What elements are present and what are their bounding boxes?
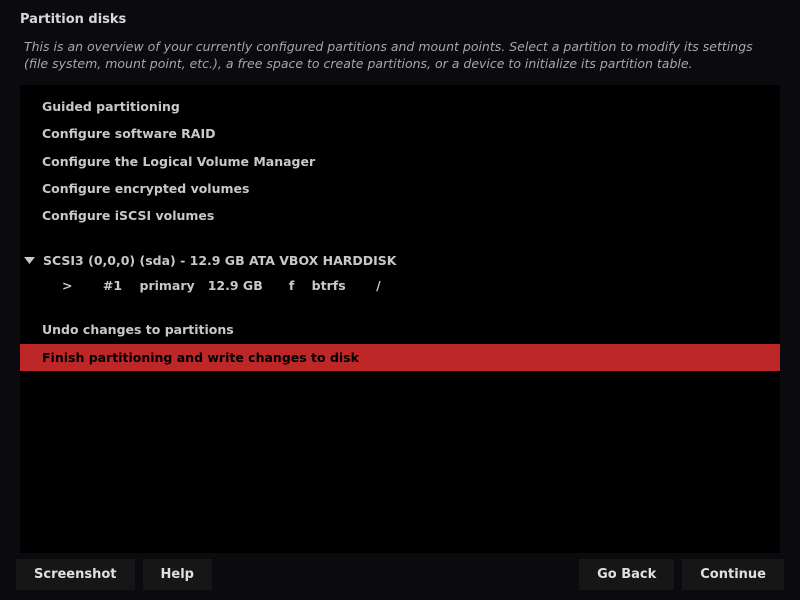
option-configure-software-raid[interactable]: Configure software RAID <box>20 120 780 147</box>
option-configure-lvm[interactable]: Configure the Logical Volume Manager <box>20 148 780 175</box>
page-description: This is an overview of your currently co… <box>0 35 800 85</box>
option-configure-encrypted-volumes[interactable]: Configure encrypted volumes <box>20 175 780 202</box>
option-guided-partitioning[interactable]: Guided partitioning <box>20 93 780 120</box>
triangle-down-icon <box>24 255 35 266</box>
disk-label: SCSI3 (0,0,0) (sda) - 12.9 GB ATA VBOX H… <box>43 251 396 270</box>
spacer <box>20 230 780 248</box>
partition-panel: Guided partitioning Configure software R… <box>20 85 780 553</box>
page-title: Partition disks <box>0 0 800 35</box>
option-undo-changes[interactable]: Undo changes to partitions <box>20 316 780 343</box>
spacer <box>20 298 780 316</box>
go-back-button[interactable]: Go Back <box>579 559 674 590</box>
continue-button[interactable]: Continue <box>682 559 784 590</box>
screenshot-button[interactable]: Screenshot <box>16 559 135 590</box>
option-configure-iscsi-volumes[interactable]: Configure iSCSI volumes <box>20 202 780 229</box>
partition-row-1[interactable]: > #1 primary 12.9 GB f btrfs / <box>20 273 780 298</box>
footer-bar: Screenshot Help Go Back Continue <box>0 558 800 600</box>
option-finish-partitioning[interactable]: Finish partitioning and write changes to… <box>20 344 780 371</box>
disk-row-sda[interactable]: SCSI3 (0,0,0) (sda) - 12.9 GB ATA VBOX H… <box>20 248 780 273</box>
help-button[interactable]: Help <box>143 559 212 590</box>
